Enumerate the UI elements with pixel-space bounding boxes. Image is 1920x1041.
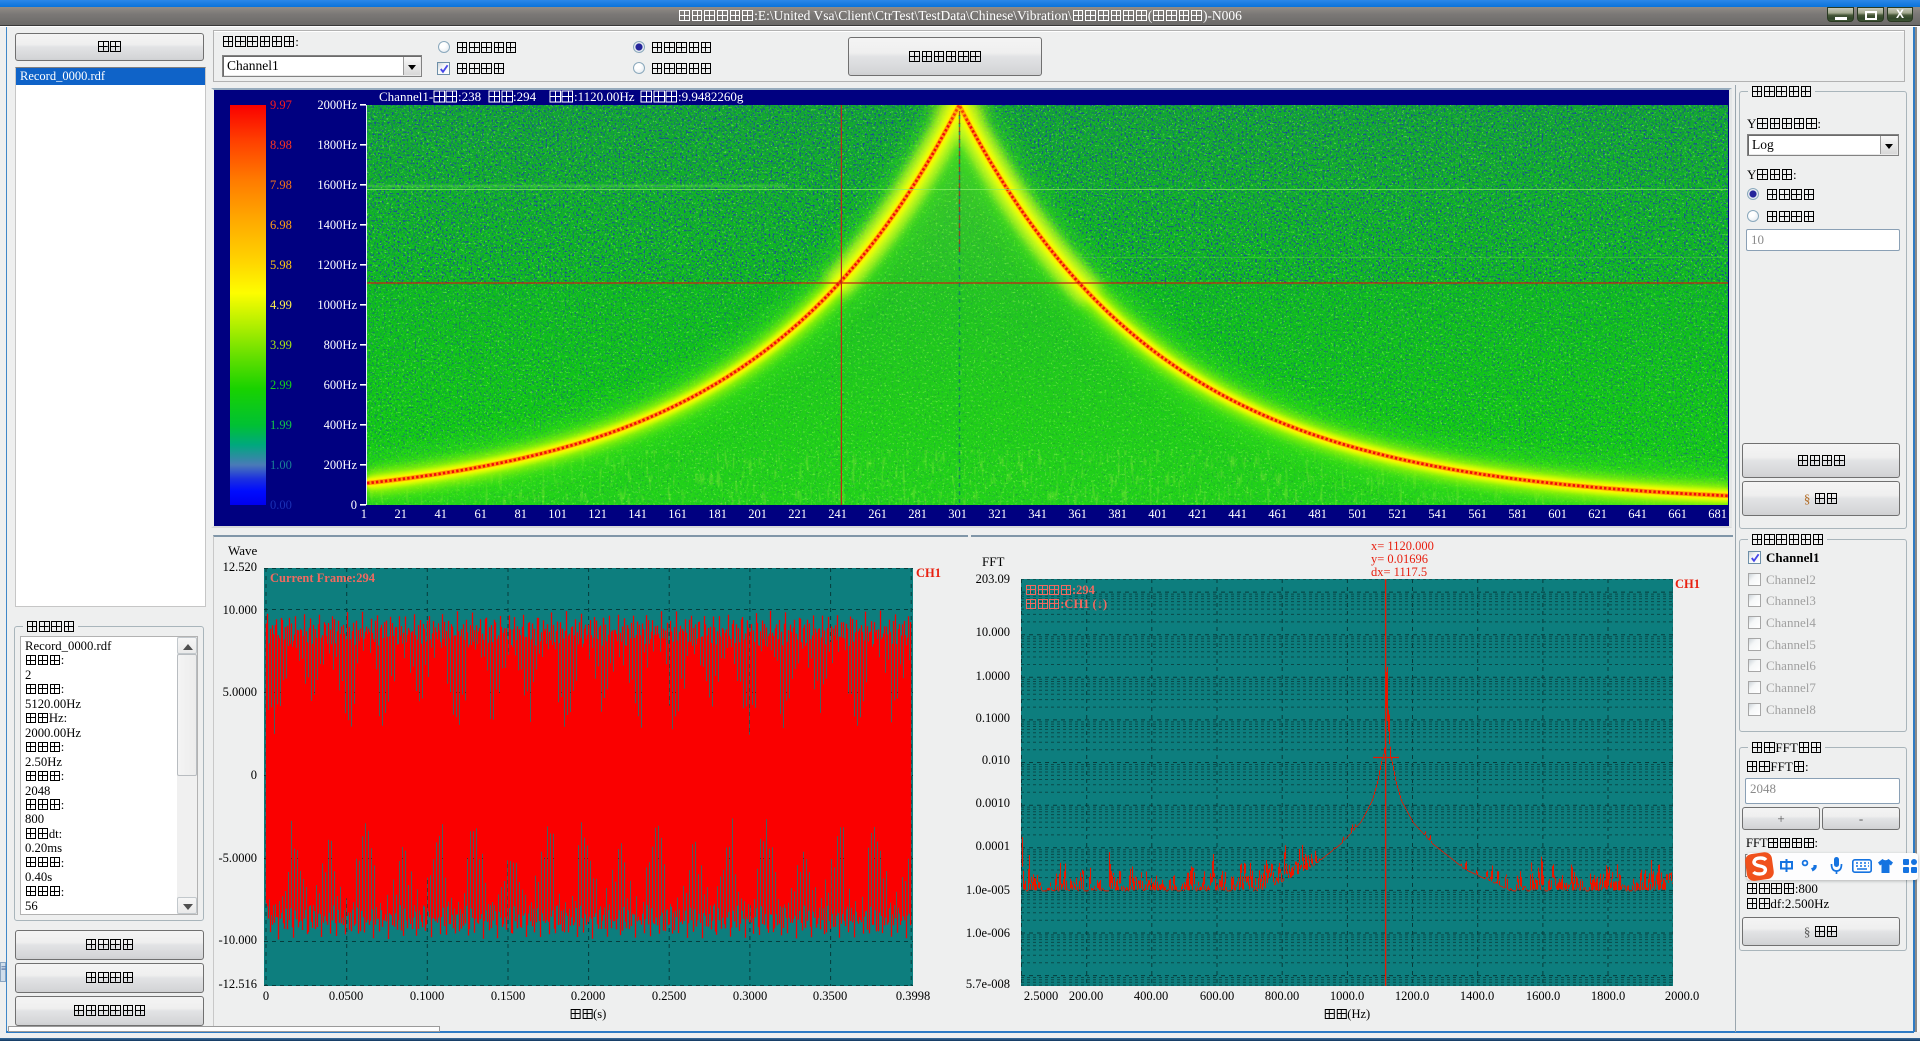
svg-text:61: 61 — [475, 507, 488, 521]
svg-text:241: 241 — [828, 507, 847, 521]
svg-text:301: 301 — [948, 507, 967, 521]
svg-text::1120.00Hz: :1120.00Hz — [574, 90, 635, 104]
svg-text:361: 361 — [1068, 507, 1087, 521]
svg-text:521: 521 — [1388, 507, 1407, 521]
svg-text:421: 421 — [1188, 507, 1207, 521]
svg-text:81: 81 — [515, 507, 528, 521]
svg-text:0.00: 0.00 — [270, 498, 292, 512]
svg-text:141: 141 — [628, 507, 647, 521]
svg-text::238: :238 — [458, 90, 481, 104]
svg-text::294: :294 — [513, 90, 537, 104]
svg-text:481: 481 — [1308, 507, 1327, 521]
svg-text:1200Hz: 1200Hz — [317, 258, 357, 272]
svg-text:4.99: 4.99 — [270, 298, 292, 312]
svg-text:1600Hz: 1600Hz — [317, 178, 357, 192]
svg-text:661: 661 — [1668, 507, 1687, 521]
svg-text:121: 121 — [588, 507, 607, 521]
svg-text:600Hz: 600Hz — [324, 378, 358, 392]
svg-text:1000Hz: 1000Hz — [317, 298, 357, 312]
svg-text:800Hz: 800Hz — [324, 338, 358, 352]
svg-text:221: 221 — [788, 507, 807, 521]
svg-text:601: 601 — [1548, 507, 1567, 521]
svg-text:2.99: 2.99 — [270, 378, 292, 392]
svg-text:501: 501 — [1348, 507, 1367, 521]
svg-text:101: 101 — [548, 507, 567, 521]
svg-text:281: 281 — [908, 507, 927, 521]
svg-text:1400Hz: 1400Hz — [317, 218, 357, 232]
svg-text:401: 401 — [1148, 507, 1167, 521]
svg-text:400Hz: 400Hz — [324, 418, 358, 432]
svg-text:21: 21 — [395, 507, 408, 521]
svg-text:561: 561 — [1468, 507, 1487, 521]
svg-text:0: 0 — [351, 498, 357, 512]
svg-text:461: 461 — [1268, 507, 1287, 521]
svg-text:2000Hz: 2000Hz — [317, 98, 357, 112]
svg-text:3.99: 3.99 — [270, 338, 292, 352]
svg-text:201: 201 — [748, 507, 767, 521]
svg-text:1.00: 1.00 — [270, 458, 292, 472]
svg-text:381: 381 — [1108, 507, 1127, 521]
svg-text:9.97: 9.97 — [270, 98, 292, 112]
svg-text:181: 181 — [708, 507, 727, 521]
svg-text:1.99: 1.99 — [270, 418, 292, 432]
svg-text:41: 41 — [435, 507, 448, 521]
svg-text:200Hz: 200Hz — [324, 458, 358, 472]
svg-text:7.98: 7.98 — [270, 178, 292, 192]
svg-text:1: 1 — [361, 507, 367, 521]
svg-text:Channel1-: Channel1- — [379, 90, 433, 104]
svg-text:321: 321 — [988, 507, 1007, 521]
svg-text:161: 161 — [668, 507, 687, 521]
svg-text:6.98: 6.98 — [270, 218, 292, 232]
svg-text:8.98: 8.98 — [270, 138, 292, 152]
svg-text:681: 681 — [1708, 507, 1727, 521]
svg-text:261: 261 — [868, 507, 887, 521]
svg-text:341: 341 — [1028, 507, 1047, 521]
svg-text:1800Hz: 1800Hz — [317, 138, 357, 152]
svg-text:541: 541 — [1428, 507, 1447, 521]
svg-text::9.9482260g: :9.9482260g — [678, 90, 744, 104]
svg-text:641: 641 — [1628, 507, 1647, 521]
svg-text:5.98: 5.98 — [270, 258, 292, 272]
svg-text:621: 621 — [1588, 507, 1607, 521]
svg-text:441: 441 — [1228, 507, 1247, 521]
svg-text:581: 581 — [1508, 507, 1527, 521]
